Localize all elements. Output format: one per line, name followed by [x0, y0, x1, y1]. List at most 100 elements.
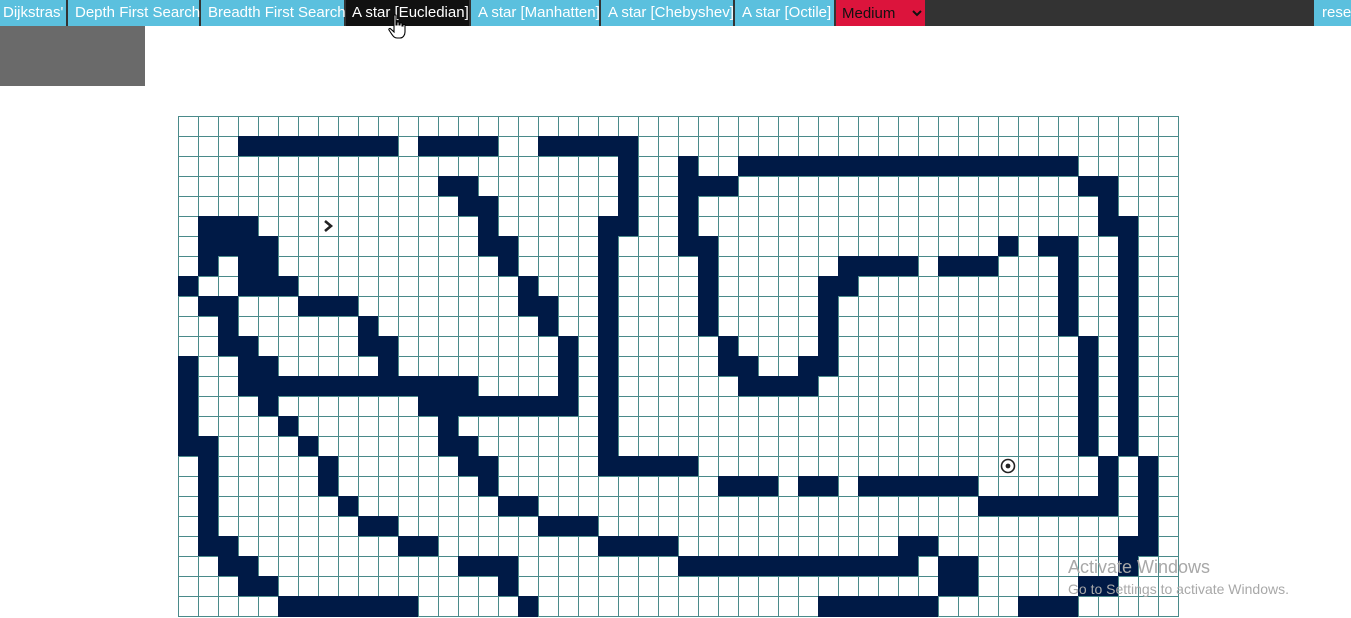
grid-cell[interactable] — [838, 116, 859, 137]
grid-cell[interactable] — [358, 456, 379, 477]
wall-cell[interactable] — [718, 336, 739, 357]
grid-cell[interactable] — [898, 316, 919, 337]
grid-cell[interactable] — [358, 156, 379, 177]
grid-cell[interactable] — [198, 176, 219, 197]
grid-cell[interactable] — [1018, 556, 1039, 577]
wall-cell[interactable] — [1018, 596, 1039, 617]
wall-cell[interactable] — [538, 396, 559, 417]
grid-cell[interactable] — [1118, 516, 1139, 537]
grid-cell[interactable] — [458, 116, 479, 137]
wall-cell[interactable] — [278, 276, 299, 297]
grid-cell[interactable] — [218, 596, 239, 617]
grid-cell[interactable] — [638, 176, 659, 197]
grid-cell[interactable] — [1118, 596, 1139, 617]
grid-cell[interactable] — [958, 436, 979, 457]
grid-cell[interactable] — [858, 536, 879, 557]
wall-cell[interactable] — [238, 356, 259, 377]
grid-cell[interactable] — [418, 196, 439, 217]
grid-cell[interactable] — [478, 536, 499, 557]
grid-cell[interactable] — [498, 336, 519, 357]
wall-cell[interactable] — [1098, 176, 1119, 197]
grid-cell[interactable] — [758, 396, 779, 417]
grid-cell[interactable] — [938, 116, 959, 137]
grid-cell[interactable] — [758, 576, 779, 597]
wall-cell[interactable] — [378, 376, 399, 397]
grid-cell[interactable] — [418, 116, 439, 137]
grid-cell[interactable] — [818, 116, 839, 137]
grid-cell[interactable] — [198, 276, 219, 297]
grid-cell[interactable] — [838, 396, 859, 417]
grid-cell[interactable] — [1038, 416, 1059, 437]
grid-cell[interactable] — [258, 476, 279, 497]
grid-cell[interactable] — [578, 176, 599, 197]
grid-cell[interactable] — [1158, 536, 1179, 557]
grid-cell[interactable] — [438, 496, 459, 517]
grid-cell[interactable] — [218, 396, 239, 417]
grid-cell[interactable] — [178, 576, 199, 597]
grid-cell[interactable] — [278, 256, 299, 277]
grid-cell[interactable] — [638, 496, 659, 517]
pathfinding-grid[interactable] — [178, 116, 1179, 617]
grid-cell[interactable] — [898, 376, 919, 397]
wall-cell[interactable] — [418, 396, 439, 417]
grid-cell[interactable] — [658, 376, 679, 397]
grid-cell[interactable] — [598, 196, 619, 217]
wall-cell[interactable] — [1138, 536, 1159, 557]
wall-cell[interactable] — [1118, 316, 1139, 337]
grid-cell[interactable] — [978, 556, 999, 577]
wall-cell[interactable] — [1018, 496, 1039, 517]
grid-cell[interactable] — [678, 596, 699, 617]
grid-cell[interactable] — [1018, 256, 1039, 277]
grid-cell[interactable] — [958, 336, 979, 357]
grid-cell[interactable] — [258, 496, 279, 517]
grid-cell[interactable] — [1038, 176, 1059, 197]
wall-cell[interactable] — [778, 376, 799, 397]
grid-cell[interactable] — [818, 576, 839, 597]
grid-cell[interactable] — [1058, 356, 1079, 377]
wall-cell[interactable] — [598, 376, 619, 397]
grid-cell[interactable] — [718, 276, 739, 297]
grid-cell[interactable] — [398, 356, 419, 377]
wall-cell[interactable] — [558, 356, 579, 377]
wall-cell[interactable] — [638, 536, 659, 557]
algo-button-dijkstra[interactable]: Dijkstras' — [0, 0, 66, 26]
grid-cell[interactable] — [538, 196, 559, 217]
grid-cell[interactable] — [718, 136, 739, 157]
grid-cell[interactable] — [538, 156, 559, 177]
grid-cell[interactable] — [618, 416, 639, 437]
grid-cell[interactable] — [438, 116, 459, 137]
grid-cell[interactable] — [858, 356, 879, 377]
grid-cell[interactable] — [318, 196, 339, 217]
wall-cell[interactable] — [178, 356, 199, 377]
grid-cell[interactable] — [1058, 136, 1079, 157]
wall-cell[interactable] — [518, 496, 539, 517]
grid-cell[interactable] — [398, 416, 419, 437]
wall-cell[interactable] — [238, 376, 259, 397]
grid-cell[interactable] — [838, 516, 859, 537]
grid-cell[interactable] — [678, 476, 699, 497]
grid-cell[interactable] — [358, 396, 379, 417]
wall-cell[interactable] — [1078, 376, 1099, 397]
grid-cell[interactable] — [878, 136, 899, 157]
wall-cell[interactable] — [718, 176, 739, 197]
grid-cell[interactable] — [498, 136, 519, 157]
wall-cell[interactable] — [1058, 276, 1079, 297]
grid-cell[interactable] — [358, 576, 379, 597]
wall-cell[interactable] — [998, 156, 1019, 177]
grid-cell[interactable] — [678, 356, 699, 377]
grid-cell[interactable] — [178, 116, 199, 137]
grid-cell[interactable] — [638, 556, 659, 577]
grid-cell[interactable] — [298, 516, 319, 537]
grid-cell[interactable] — [398, 176, 419, 197]
grid-cell[interactable] — [418, 516, 439, 537]
grid-cell[interactable] — [558, 556, 579, 577]
grid-cell[interactable] — [378, 316, 399, 337]
grid-cell[interactable] — [398, 316, 419, 337]
grid-cell[interactable] — [1098, 596, 1119, 617]
wall-cell[interactable] — [238, 136, 259, 157]
grid-cell[interactable] — [378, 416, 399, 437]
grid-cell[interactable] — [658, 196, 679, 217]
grid-cell[interactable] — [698, 216, 719, 237]
grid-cell[interactable] — [578, 416, 599, 437]
grid-cell[interactable] — [398, 456, 419, 477]
